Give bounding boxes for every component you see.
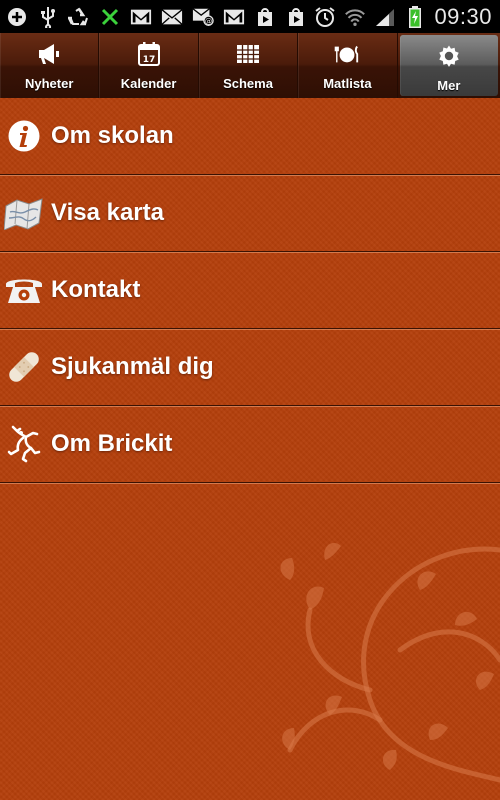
gmail-icon <box>130 6 152 28</box>
menu-item-label: Kontakt <box>51 276 141 303</box>
info-icon <box>4 116 44 156</box>
play-store-icon <box>254 6 276 28</box>
tab-label: Nyheter <box>24 76 74 91</box>
tab-schema[interactable]: Schema <box>199 33 299 98</box>
status-bar: @ 09:30 <box>0 0 500 33</box>
recycle-icon <box>68 6 90 28</box>
map-icon <box>4 193 44 233</box>
frog-icon <box>4 424 44 464</box>
menu-item-om-brickit[interactable]: Om Brickit <box>0 406 500 483</box>
tab-label: Schema <box>223 76 273 91</box>
tab-label: Mer <box>437 78 461 93</box>
mail-icon <box>161 6 183 28</box>
telephone-icon <box>4 270 44 310</box>
usb-icon <box>37 6 59 28</box>
menu-item-label: Visa karta <box>51 199 164 226</box>
calendar-icon: 17 <box>136 41 162 67</box>
menu-item-sjukanmal-dig[interactable]: Sjukanmäl dig <box>0 329 500 406</box>
battery-charging-icon <box>404 5 426 28</box>
email-at-icon: @ <box>192 6 214 28</box>
gmail-icon <box>223 6 245 28</box>
menu-item-label: Om Brickit <box>51 430 173 457</box>
megaphone-icon <box>36 41 62 67</box>
tab-matlista[interactable]: Matlista <box>298 33 398 98</box>
tab-bar: Nyheter 17 Kalender Schema Matlista Mer <box>0 33 500 99</box>
tab-nyheter[interactable]: Nyheter <box>0 33 100 98</box>
menu-screen: Om skolan Visa karta Kontakt Sjukanmäl d… <box>0 98 500 800</box>
floral-decoration <box>280 542 500 783</box>
menu-item-om-skolan[interactable]: Om skolan <box>0 98 500 175</box>
menu-item-visa-karta[interactable]: Visa karta <box>0 175 500 252</box>
tab-label: Matlista <box>323 76 372 91</box>
alarm-icon <box>314 6 336 28</box>
system-icons: 09:30 <box>314 4 500 30</box>
notification-icons: @ <box>0 6 307 28</box>
add-icon <box>6 6 28 28</box>
svg-text:17: 17 <box>142 55 155 65</box>
tab-label: Kalender <box>120 76 177 91</box>
play-store-icon <box>285 6 307 28</box>
menu-item-label: Om skolan <box>51 122 174 149</box>
menu-item-label: Sjukanmäl dig <box>51 353 214 380</box>
wifi-icon <box>344 6 366 28</box>
menu-item-kontakt[interactable]: Kontakt <box>0 252 500 329</box>
bug-icon <box>99 6 121 28</box>
gear-icon <box>436 43 462 69</box>
signal-icon <box>374 6 396 28</box>
schedule-grid-icon <box>235 41 261 67</box>
bandage-icon <box>4 347 44 387</box>
tab-kalender[interactable]: 17 Kalender <box>99 33 199 98</box>
clock: 09:30 <box>434 3 492 29</box>
svg-text:@: @ <box>205 16 212 25</box>
food-plate-icon <box>334 41 360 67</box>
tab-mer[interactable]: Mer <box>399 35 499 96</box>
